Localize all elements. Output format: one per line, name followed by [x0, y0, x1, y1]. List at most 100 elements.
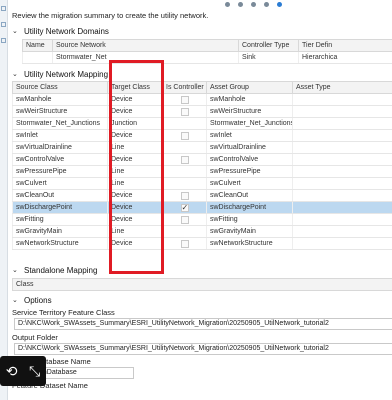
type-cell[interactable] — [292, 201, 392, 214]
group-cell[interactable]: swManhole — [206, 93, 293, 106]
type-cell[interactable] — [292, 237, 392, 250]
collapse-caret-icon[interactable]: ⌄ — [12, 70, 20, 78]
type-cell[interactable] — [292, 213, 392, 226]
domains-column-header[interactable]: Name — [22, 39, 53, 52]
domains-column-header[interactable]: Controller Type — [238, 39, 299, 52]
group-cell[interactable]: swPressurePipe — [206, 165, 293, 178]
is-controller-checkbox[interactable] — [180, 131, 189, 140]
target-cell[interactable]: Device — [107, 201, 163, 214]
step-dot-active[interactable] — [277, 1, 282, 7]
group-cell[interactable]: swVirtualDrainline — [206, 141, 293, 154]
table-row[interactable]: swVirtualDrainline Line swVirtualDrainline — [12, 141, 392, 154]
mapping-column-header[interactable]: Asset Group — [206, 81, 293, 94]
rotate-icon[interactable]: ⟲ — [6, 363, 18, 380]
type-cell[interactable] — [292, 141, 392, 154]
collapse-caret-icon[interactable]: ⌄ — [12, 266, 20, 274]
is-controller-checkbox[interactable] — [180, 215, 189, 224]
target-cell[interactable]: Device — [107, 129, 163, 142]
step-dot[interactable] — [225, 1, 230, 7]
source-cell[interactable]: swWeirStructure — [12, 105, 108, 118]
standalone-section-header[interactable]: ⌄ Standalone Mapping — [12, 264, 97, 276]
step-dot[interactable] — [238, 1, 243, 7]
source-cell[interactable]: swDischargePoint — [12, 201, 108, 214]
table-row[interactable]: swInlet Device swInlet — [12, 129, 392, 142]
source-cell[interactable]: swCulvert — [12, 177, 108, 190]
mapping-column-header[interactable]: Asset Type — [292, 81, 392, 94]
group-cell[interactable]: swCulvert — [206, 177, 293, 190]
type-cell[interactable] — [292, 117, 392, 130]
target-cell[interactable]: Line — [107, 225, 163, 238]
mapping-column-header[interactable]: Is Controller — [162, 81, 207, 94]
domains-column-header[interactable]: Source Network — [52, 39, 239, 52]
group-cell[interactable]: swFitting — [206, 213, 293, 226]
table-row[interactable]: swNetworkStructure Device swNetworkStructu… — [12, 237, 392, 250]
table-row[interactable]: Stormwater_Net_Junctions Junction Stormwat… — [12, 117, 392, 130]
source-cell[interactable]: swManhole — [12, 93, 108, 106]
domains-column-header[interactable]: Tier Defin — [298, 39, 392, 52]
group-cell[interactable]: swNetworkStructure — [206, 237, 293, 250]
table-row[interactable]: swCleanOut Device swCleanOut — [12, 189, 392, 202]
target-cell[interactable]: Line — [107, 141, 163, 154]
target-cell[interactable]: Device — [107, 93, 163, 106]
step-dot[interactable] — [264, 1, 269, 7]
dock-tab-icon[interactable] — [1, 38, 6, 43]
target-cell[interactable]: Device — [107, 189, 163, 202]
collapse-caret-icon[interactable]: ⌄ — [12, 296, 20, 304]
table-row[interactable]: swPressurePipe Line swPressurePipe — [12, 165, 392, 178]
options-section-header[interactable]: ⌄ Options — [12, 294, 52, 306]
mapping-section-header[interactable]: ⌄ Utility Network Mapping — [12, 68, 108, 80]
group-cell[interactable]: swControlValve — [206, 153, 293, 166]
target-cell[interactable]: Device — [107, 213, 163, 226]
group-cell[interactable]: swGravityMain — [206, 225, 293, 238]
target-cell[interactable]: Line — [107, 165, 163, 178]
type-cell[interactable] — [292, 93, 392, 106]
table-row[interactable]: swManhole Device swManhole — [12, 93, 392, 106]
source-cell[interactable]: swNetworkStructure — [12, 237, 108, 250]
type-cell[interactable] — [292, 165, 392, 178]
collapse-caret-icon[interactable]: ⌄ — [12, 27, 20, 35]
table-row[interactable]: swWeirStructure Device swWeirStructure — [12, 105, 392, 118]
is-controller-checkbox[interactable] — [180, 155, 189, 164]
type-cell[interactable] — [292, 153, 392, 166]
source-cell[interactable]: Stormwater_Net_Junctions — [12, 117, 108, 130]
is-controller-checkbox[interactable] — [180, 203, 189, 212]
group-cell[interactable]: swWeirStructure — [206, 105, 293, 118]
table-row[interactable]: swDischargePointDeviceswDischargePoint — [12, 201, 392, 214]
type-cell[interactable] — [292, 129, 392, 142]
source-cell[interactable]: swVirtualDrainline — [12, 141, 108, 154]
service-territory-field[interactable]: D:\NKC\Work_SWAssets_Summary\ESRI_Utilit… — [14, 318, 392, 330]
source-cell[interactable]: swInlet — [12, 129, 108, 142]
step-dot[interactable] — [251, 1, 256, 7]
table-row[interactable]: swControlValve Device swControlValve — [12, 153, 392, 166]
column-header-class[interactable]: Class — [12, 278, 392, 291]
group-cell[interactable]: swInlet — [206, 129, 293, 142]
source-cell[interactable]: swCleanOut — [12, 189, 108, 202]
target-cell[interactable]: Device — [107, 153, 163, 166]
target-cell[interactable]: Device — [107, 237, 163, 250]
expand-arrows-icon[interactable]: ⤡ — [29, 363, 40, 380]
mapping-column-header[interactable]: Target Class — [107, 81, 163, 94]
is-controller-checkbox[interactable] — [180, 191, 189, 200]
dock-tab-icon[interactable] — [1, 22, 6, 27]
type-cell[interactable] — [292, 189, 392, 202]
dock-tab-icon[interactable] — [1, 6, 6, 11]
table-row[interactable]: swFitting Device swFitting — [12, 213, 392, 226]
type-cell[interactable] — [292, 105, 392, 118]
group-cell[interactable]: swCleanOut — [206, 189, 293, 202]
target-cell[interactable]: Device — [107, 105, 163, 118]
table-row[interactable]: swCulvert Line swCulvert — [12, 177, 392, 190]
type-cell[interactable] — [292, 177, 392, 190]
target-cell[interactable]: Junction — [107, 117, 163, 130]
is-controller-checkbox[interactable] — [180, 95, 189, 104]
target-cell[interactable]: Line — [107, 177, 163, 190]
group-cell[interactable]: Stormwater_Net_Junctions — [206, 117, 293, 130]
mapping-column-header[interactable]: Source Class — [12, 81, 108, 94]
source-cell[interactable]: swPressurePipe — [12, 165, 108, 178]
table-row[interactable]: swGravityMain Line swGravityMain — [12, 225, 392, 238]
group-cell[interactable]: swDischargePoint — [206, 201, 293, 214]
source-cell[interactable]: swGravityMain — [12, 225, 108, 238]
domains-section-header[interactable]: ⌄ Utility Network Domains — [12, 25, 109, 37]
output-folder-field[interactable]: D:\NKC\Work_SWAssets_Summary\ESRI_Utilit… — [14, 343, 392, 355]
is-controller-checkbox[interactable] — [180, 239, 189, 248]
table-row[interactable]: Stormwater_Net Sink Hierarchica — [22, 51, 392, 64]
